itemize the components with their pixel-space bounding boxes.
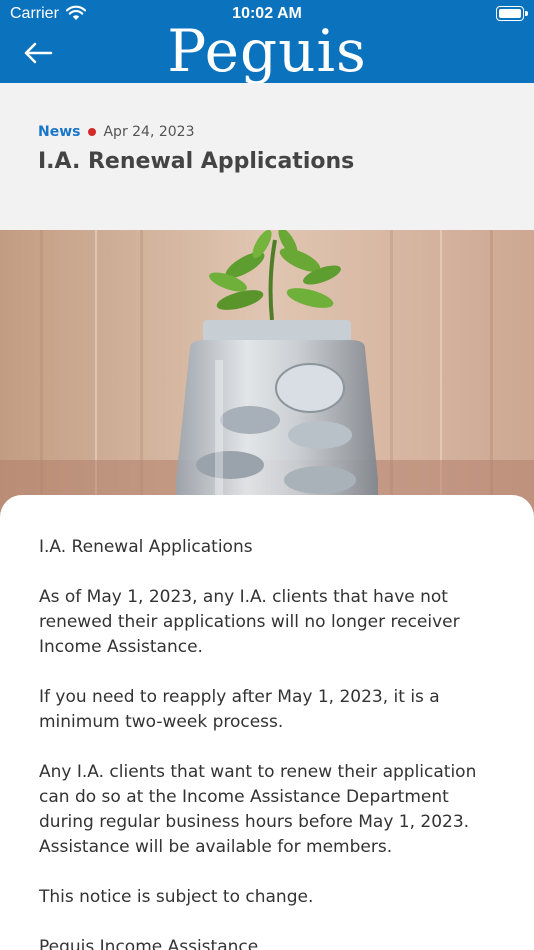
top-bar: Carrier 10:02 AM Peguis bbox=[0, 0, 534, 85]
body-paragraph: As of May 1, 2023, any I.A. clients that… bbox=[39, 587, 460, 657]
article-header: News Apr 24, 2023 I.A. Renewal Applicati… bbox=[0, 83, 534, 230]
body-paragraph: Peguis Income Assistance bbox=[39, 937, 259, 950]
article-title: I.A. Renewal Applications bbox=[38, 149, 355, 174]
body-paragraph: This notice is subject to change. bbox=[39, 887, 314, 907]
body-paragraph: If you need to reapply after May 1, 2023… bbox=[39, 687, 440, 732]
article-body-card: I.A. Renewal Applications As of May 1, 2… bbox=[0, 495, 534, 950]
category-label[interactable]: News bbox=[38, 124, 80, 140]
coin-jar-plant-illustration bbox=[0, 230, 534, 520]
article-body: I.A. Renewal Applications As of May 1, 2… bbox=[39, 535, 509, 950]
body-paragraph: I.A. Renewal Applications bbox=[39, 537, 253, 557]
article-meta: News Apr 24, 2023 bbox=[38, 122, 195, 142]
hero-image bbox=[0, 230, 534, 520]
body-paragraph: Any I.A. clients that want to renew thei… bbox=[39, 762, 477, 857]
separator-dot bbox=[88, 128, 97, 136]
brand-logo: Peguis bbox=[167, 17, 367, 85]
article-date: Apr 24, 2023 bbox=[103, 124, 195, 140]
